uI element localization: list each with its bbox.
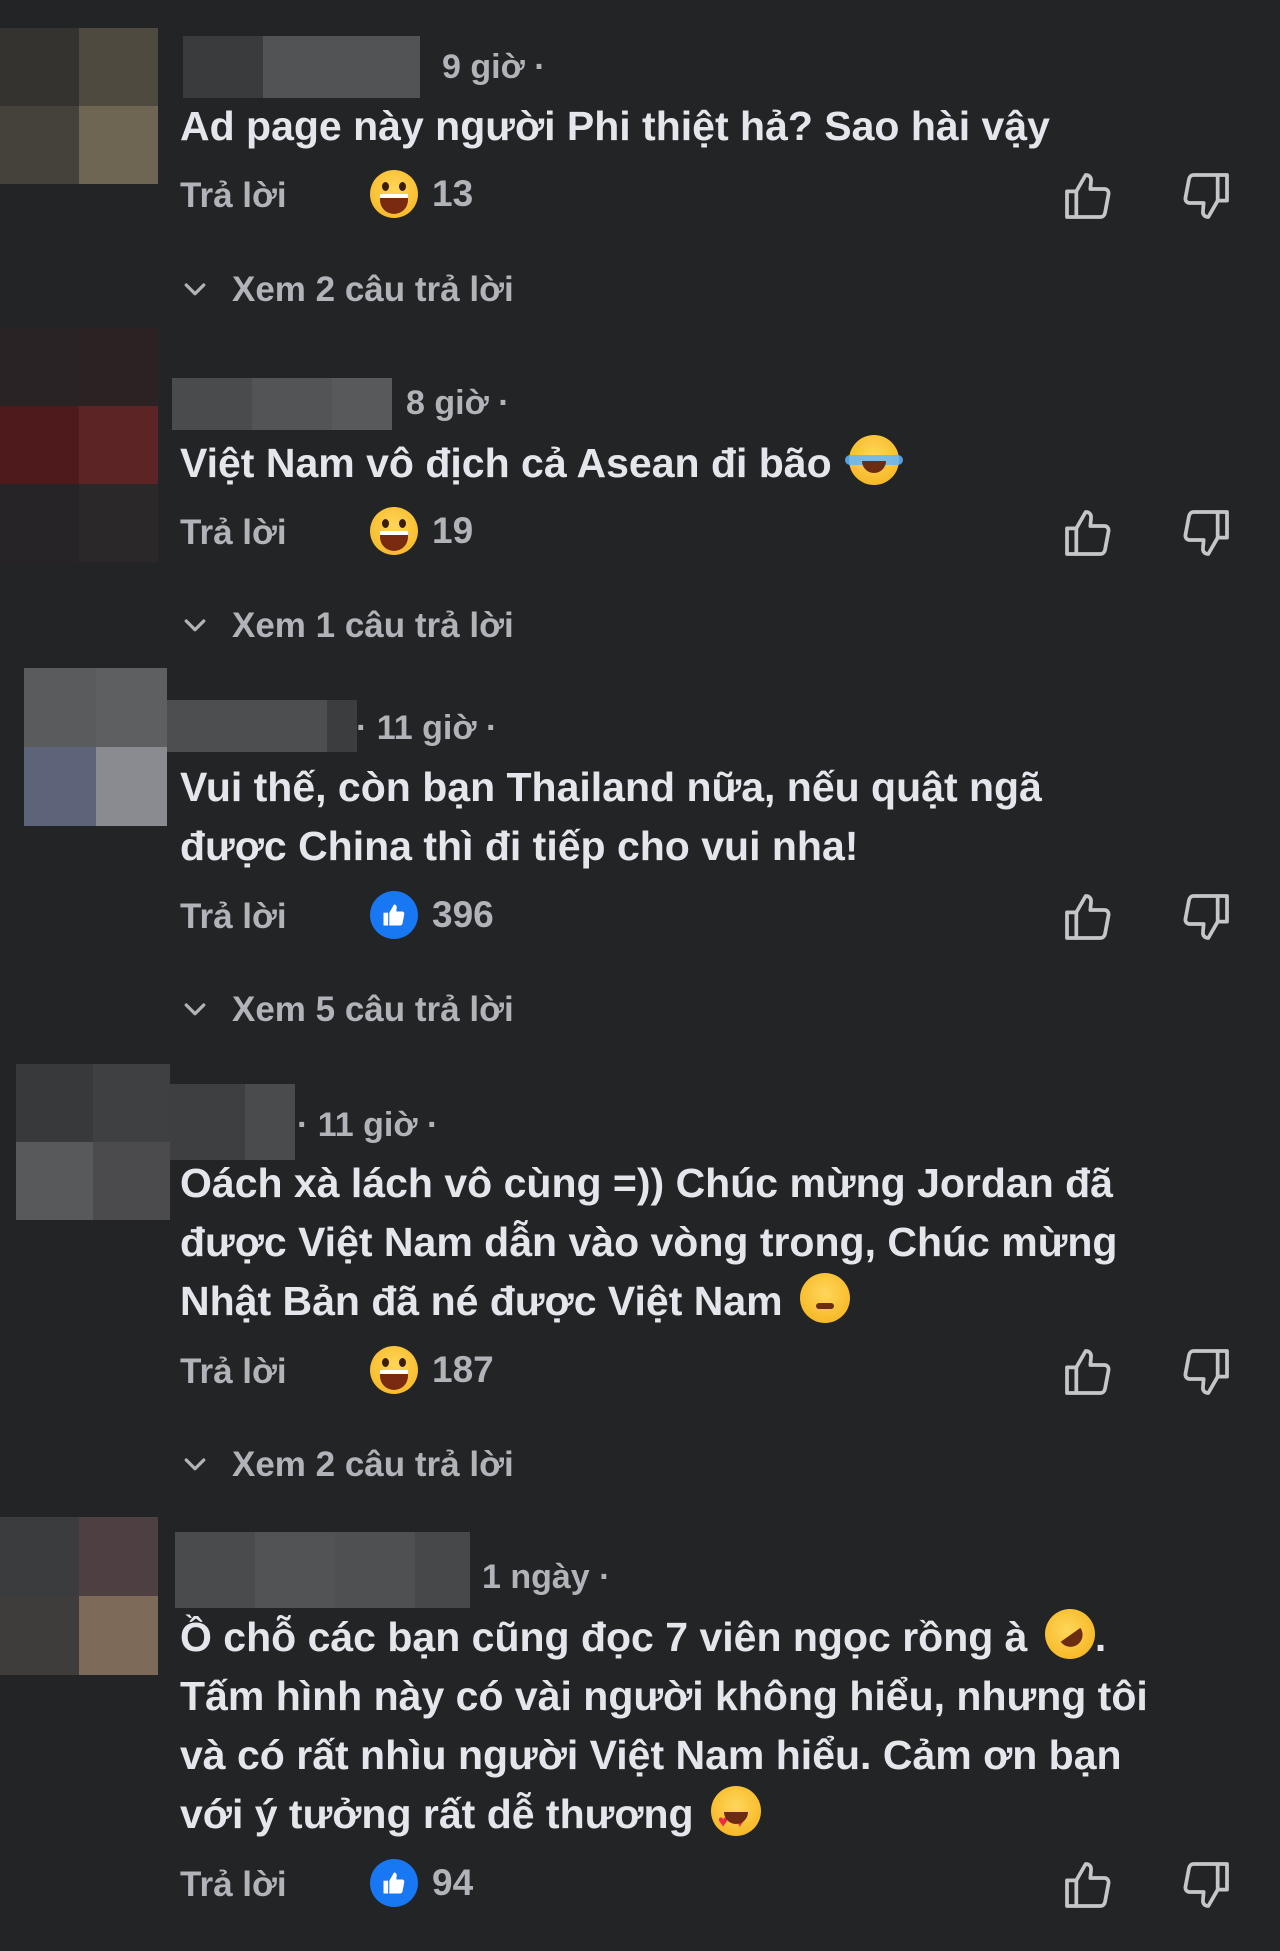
reaction-count: 13 (432, 173, 474, 214)
comment-actions: Trả lời 94 (180, 1857, 1240, 1917)
view-replies-link[interactable]: Xem 5 câu trả lời (180, 990, 514, 1030)
avatar[interactable] (24, 668, 167, 826)
comment-line: Oách xà lách vô cùng =)) Chúc mừng Jorda… (180, 1160, 1114, 1206)
comment-timestamp: 9 giờ · (442, 48, 546, 86)
reaction-count: 19 (432, 510, 474, 551)
author-name-redacted[interactable] (175, 1532, 470, 1608)
comment-text: Vui thế, còn bạn Thailand nữa, nếu quật … (180, 758, 1240, 876)
like-reaction-icon (370, 1859, 418, 1907)
comment-text: Ad page này người Phi thiệt hả? Sao hài … (180, 97, 1240, 156)
author-name-redacted[interactable] (183, 36, 420, 98)
thumbs-up-icon[interactable] (1060, 505, 1116, 561)
comment-line: được Việt Nam dẫn vào vòng trong, Chúc m… (180, 1219, 1118, 1265)
comment-line: Ad page này người Phi thiệt hả? Sao hài … (180, 103, 1050, 149)
thumbs-up-icon[interactable] (1060, 1344, 1116, 1400)
comment-text: Việt Nam vô địch cả Asean đi bão (180, 434, 1240, 493)
reaction-summary[interactable]: 13 (370, 170, 473, 218)
reaction-count: 94 (432, 1862, 474, 1903)
woozy-face-emoji-icon (800, 1273, 851, 1323)
comment-timestamp: 8 giờ · (406, 384, 510, 422)
comment-line: Ồ chỗ các bạn cũng đọc 7 viên ngọc rồng … (180, 1614, 1028, 1660)
thumbs-down-icon[interactable] (1178, 889, 1234, 945)
reply-button[interactable]: Trả lời (180, 897, 287, 937)
comment-line: được China thì đi tiếp cho vui nha! (180, 823, 859, 869)
author-name-redacted[interactable] (170, 1084, 295, 1160)
comment-line: và có rất nhìu người Việt Nam hiểu. Cảm … (180, 1732, 1122, 1778)
comment-line: Tấm hình này có vài người không hiểu, nh… (180, 1673, 1148, 1719)
grinning-emoji-icon (370, 1346, 418, 1394)
reply-button[interactable]: Trả lời (180, 513, 287, 553)
comment-text: Oách xà lách vô cùng =)) Chúc mừng Jorda… (180, 1154, 1240, 1331)
reaction-summary[interactable]: 94 (370, 1859, 473, 1907)
avatar[interactable] (0, 28, 158, 184)
comment-line: với ý tưởng rất dễ thương (180, 1791, 694, 1837)
grinning-emoji-icon (370, 507, 418, 555)
reaction-count: 187 (432, 1349, 494, 1390)
comment-actions: Trả lời 396 (180, 889, 1240, 949)
reaction-summary[interactable]: 396 (370, 891, 494, 939)
chevron-down-icon (184, 283, 206, 296)
comment-line: Vui thế, còn bạn Thailand nữa, nếu quật … (180, 764, 1042, 810)
reaction-summary[interactable]: 19 (370, 507, 473, 555)
avatar[interactable] (16, 1064, 170, 1220)
like-reaction-icon (370, 891, 418, 939)
laughing-tears-emoji-icon (845, 435, 904, 485)
comment-timestamp: 1 ngày · (482, 1558, 611, 1596)
rolling-on-floor-laughing-emoji-icon (1035, 1599, 1105, 1669)
author-name-redacted[interactable] (167, 700, 357, 752)
comment-actions: Trả lời 19 (180, 505, 1240, 565)
chevron-down-icon (184, 1003, 206, 1016)
reply-button[interactable]: Trả lời (180, 176, 287, 216)
reaction-summary[interactable]: 187 (370, 1346, 494, 1394)
thumbs-down-icon[interactable] (1178, 1857, 1234, 1913)
view-replies-label: Xem 2 câu trả lời (232, 1445, 514, 1484)
comment-line: Nhật Bản đã né được Việt Nam (180, 1278, 783, 1324)
comment-line: Việt Nam vô địch cả Asean đi bão (180, 440, 832, 486)
thumbs-up-icon[interactable] (1060, 1857, 1116, 1913)
thumbs-up-icon[interactable] (1060, 889, 1116, 945)
comment-timestamp: · 11 giờ · (297, 1106, 439, 1144)
thumbs-down-icon[interactable] (1178, 505, 1234, 561)
chevron-down-icon (184, 1458, 206, 1471)
thumbs-down-icon[interactable] (1178, 168, 1234, 224)
comment-text: Ồ chỗ các bạn cũng đọc 7 viên ngọc rồng … (180, 1599, 1240, 1851)
author-name-redacted[interactable] (172, 378, 392, 430)
view-replies-label: Xem 2 câu trả lời (232, 270, 514, 309)
view-replies-label: Xem 5 câu trả lời (232, 990, 514, 1029)
reply-button[interactable]: Trả lời (180, 1352, 287, 1392)
heart-eyes-emoji-icon (710, 1786, 761, 1851)
thumbs-up-icon[interactable] (1060, 168, 1116, 224)
grinning-emoji-icon (370, 170, 418, 218)
avatar[interactable] (0, 1517, 158, 1675)
view-replies-label: Xem 1 câu trả lời (232, 606, 514, 645)
view-replies-link[interactable]: Xem 1 câu trả lời (180, 606, 514, 646)
view-replies-link[interactable]: Xem 2 câu trả lời (180, 270, 514, 310)
chevron-down-icon (184, 619, 206, 632)
comment-actions: Trả lời 13 (180, 168, 1240, 228)
view-replies-link[interactable]: Xem 2 câu trả lời (180, 1445, 514, 1485)
reply-button[interactable]: Trả lời (180, 1865, 287, 1905)
avatar[interactable] (0, 328, 158, 562)
comment-timestamp: · 11 giờ · (356, 709, 498, 747)
comment-actions: Trả lời 187 (180, 1344, 1240, 1404)
thumbs-down-icon[interactable] (1178, 1344, 1234, 1400)
reaction-count: 396 (432, 894, 494, 935)
